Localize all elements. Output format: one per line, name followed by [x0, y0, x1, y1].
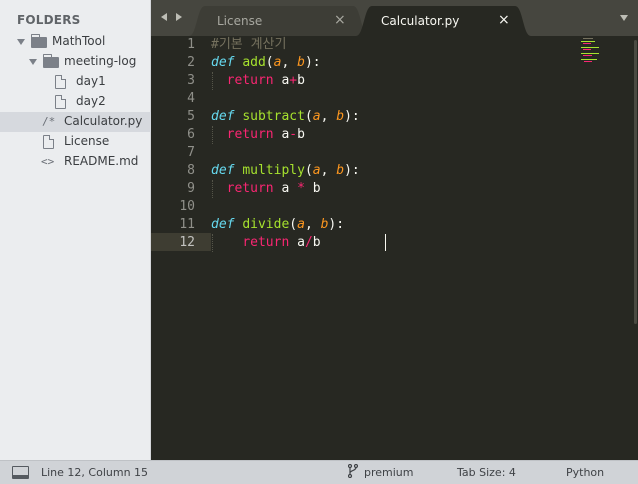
sidebar: FOLDERS MathTool meeting-log day1 day2 /… — [0, 0, 151, 460]
tab-calculator[interactable]: Calculator.py × — [356, 6, 531, 36]
tree-file-day2[interactable]: day2 — [0, 92, 151, 112]
chevron-left-icon[interactable] — [161, 13, 167, 21]
line-number: 2 — [187, 55, 195, 70]
line-number: 5 — [187, 109, 195, 124]
markdown-file-icon: <> — [41, 155, 55, 168]
tab-label: Calculator.py — [381, 14, 460, 28]
line-number: 11 — [179, 217, 195, 232]
cursor-position: Line 12, Column 15 — [41, 466, 149, 479]
code-line-5: def subtract(a, b): — [211, 109, 360, 124]
line-number: 3 — [187, 73, 195, 88]
code-editor[interactable]: 1 2 3 4 5 6 7 8 9 10 11 12 #기본 계산기 def a… — [151, 36, 638, 460]
code-line-12: return a/b — [242, 235, 321, 250]
minimap[interactable] — [581, 38, 603, 66]
tree-item-label: License — [64, 134, 110, 148]
folder-open-icon — [42, 54, 59, 68]
line-number-current: 12 — [179, 235, 195, 250]
tab-label: License — [217, 14, 263, 28]
python-file-icon: /* — [42, 115, 56, 128]
tree-item-label: MathTool — [52, 34, 106, 48]
close-icon[interactable]: × — [498, 12, 510, 28]
tree-folder-meeting-log[interactable]: meeting-log — [0, 52, 151, 72]
syntax-selector[interactable]: Python — [566, 466, 604, 479]
tree-file-day1[interactable]: day1 — [0, 72, 151, 92]
file-icon — [55, 94, 67, 109]
line-number-gutter: 1 2 3 4 5 6 7 8 9 10 11 12 — [151, 36, 195, 460]
tree-file-readme[interactable]: <> README.md — [0, 152, 151, 172]
close-icon[interactable]: × — [334, 12, 346, 28]
text-caret — [385, 234, 386, 251]
line-number: 7 — [187, 145, 195, 160]
folders-header: FOLDERS — [17, 13, 81, 27]
vertical-scrollbar[interactable] — [634, 40, 637, 324]
line-number: 8 — [187, 163, 195, 178]
tree-item-label: Calculator.py — [64, 114, 143, 128]
code-line-11: def divide(a, b): — [211, 217, 345, 232]
code-line-9: return a * b — [226, 181, 321, 196]
git-branch[interactable]: premium — [364, 466, 414, 479]
line-number: 9 — [187, 181, 195, 196]
tree-item-label: day1 — [76, 74, 106, 88]
git-branch-icon — [348, 464, 358, 478]
chevron-down-icon[interactable] — [620, 15, 628, 21]
line-number: 4 — [187, 91, 195, 106]
status-bar: Line 12, Column 15 premium Tab Size: 4 P… — [0, 460, 638, 484]
file-icon — [43, 134, 55, 149]
line-number: 1 — [187, 37, 195, 52]
code-line-8: def multiply(a, b): — [211, 163, 360, 178]
tree-folder-mathtool[interactable]: MathTool — [0, 32, 151, 52]
line-number: 10 — [179, 199, 195, 214]
tab-bar: License × Calculator.py × — [151, 0, 638, 36]
panel-toggle-icon[interactable] — [12, 466, 29, 479]
comment: #기본 계산기 — [211, 37, 287, 52]
code-line-1: #기본 계산기 — [211, 36, 286, 54]
code-line-2: def add(a, b): — [211, 55, 321, 70]
code-line-3: return a+b — [226, 73, 305, 88]
chevron-right-icon[interactable] — [176, 13, 182, 21]
code-line-6: return a-b — [226, 127, 305, 142]
chevron-down-icon[interactable] — [29, 59, 37, 65]
line-number: 6 — [187, 127, 195, 142]
file-icon — [55, 74, 67, 89]
tree-file-license[interactable]: License — [0, 132, 151, 152]
tree-item-label: day2 — [76, 94, 106, 108]
tree-file-calculator[interactable]: /* Calculator.py — [0, 112, 151, 132]
tree-item-label: meeting-log — [64, 54, 137, 68]
tree-item-label: README.md — [64, 154, 139, 168]
chevron-down-icon[interactable] — [17, 39, 25, 45]
tab-size-selector[interactable]: Tab Size: 4 — [457, 466, 516, 479]
tab-license[interactable]: License × — [189, 6, 369, 36]
folder-open-icon — [30, 34, 47, 48]
